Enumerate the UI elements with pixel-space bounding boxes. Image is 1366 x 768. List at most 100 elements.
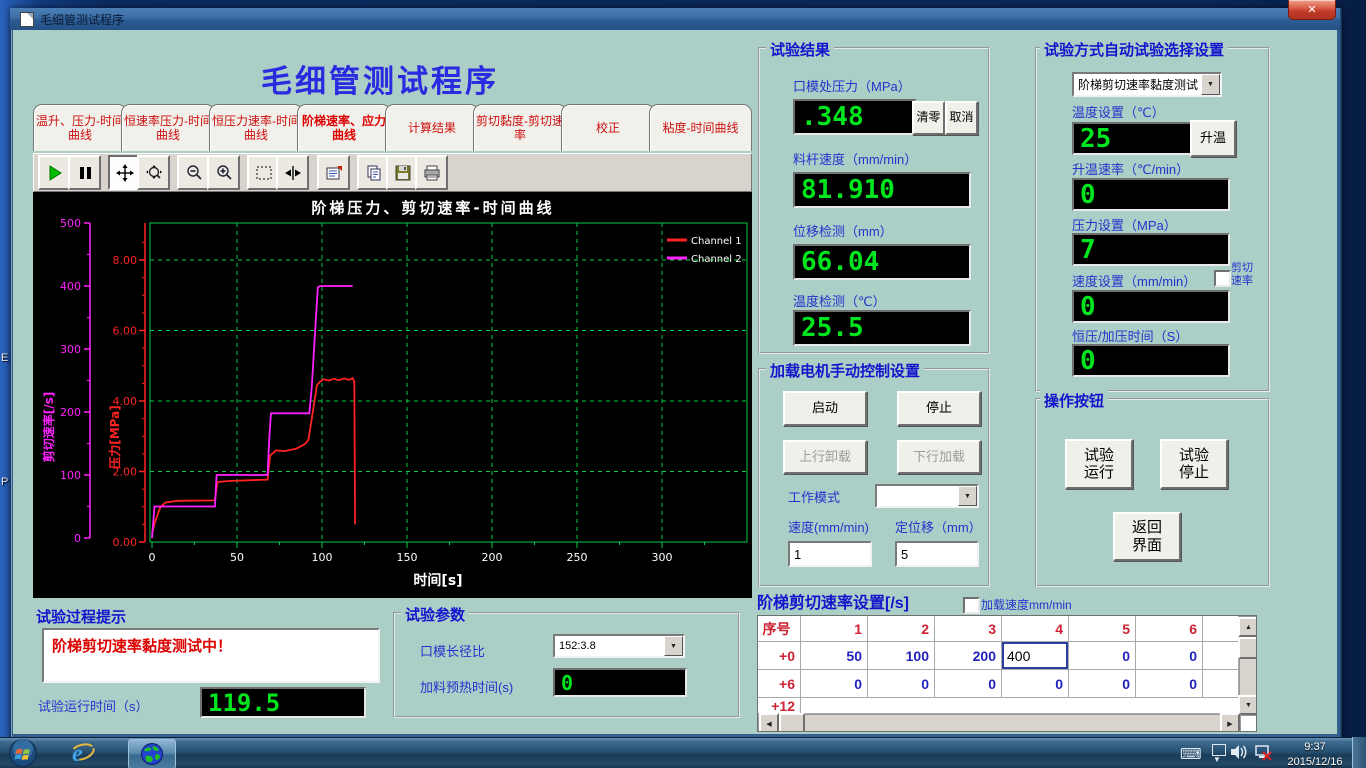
table-cell[interactable]: 0	[1069, 670, 1136, 698]
window-title: 毛细管测试程序	[40, 11, 124, 28]
table-cell[interactable]: 200	[935, 642, 1002, 670]
ram-speed-label: 料杆速度（mm/min）	[793, 149, 917, 168]
svg-text:6.00: 6.00	[113, 325, 138, 338]
zoom-in-button[interactable]	[207, 155, 240, 190]
die-ratio-select[interactable]: 152:3.8 ▼	[553, 634, 685, 658]
scroll-left-icon[interactable]: ◀	[759, 713, 779, 732]
window-icon	[20, 12, 34, 27]
column-header: 2	[868, 616, 935, 642]
run-button[interactable]	[38, 155, 71, 190]
tab-const-rate-pressure[interactable]: 恒速率压力-时间曲线	[121, 104, 215, 151]
motor-start-button[interactable]: 启动	[783, 391, 867, 426]
scroll-down-icon[interactable]: ▼	[1238, 695, 1257, 715]
save-icon	[394, 164, 412, 182]
tab-viscosity-shear[interactable]: 剪切黏度-剪切速率	[473, 104, 567, 151]
taskbar-clock[interactable]: 9:37 2015/12/16	[1283, 740, 1347, 768]
table-cell[interactable]: 0	[935, 670, 1002, 698]
table-cell[interactable]: 0	[1002, 670, 1069, 698]
clock-time: 9:37	[1283, 740, 1347, 755]
network-icon[interactable]	[1254, 744, 1272, 766]
table-cell[interactable]: 0	[1136, 670, 1203, 698]
test-mode-select[interactable]: 阶梯剪切速率黏度测试 ▼	[1072, 72, 1222, 97]
close-button[interactable]: ✕	[1288, 0, 1336, 20]
tab-viscosity-time[interactable]: 粘度-时间曲线	[649, 104, 752, 151]
table-cell-editing[interactable]: 400	[1002, 642, 1069, 670]
row-header: +0	[758, 642, 801, 670]
ram-speed-display: 81.910	[793, 172, 971, 208]
test-mode-value: 阶梯剪切速率黏度测试	[1074, 76, 1201, 93]
chevron-down-icon[interactable]: ▼	[664, 636, 683, 656]
up-unload-button[interactable]: 上行卸载	[783, 440, 867, 474]
down-load-button[interactable]: 下行加载	[897, 440, 981, 474]
print-button[interactable]	[415, 155, 448, 190]
svg-text:300: 300	[60, 343, 81, 356]
heat-up-button[interactable]: 升温	[1190, 120, 1236, 157]
start-button[interactable]	[8, 738, 38, 768]
table-cell[interactable]: 0	[801, 670, 868, 698]
touch-keyboard-icon[interactable]: ⌨	[1180, 745, 1202, 763]
chart-panel[interactable]: 阶梯压力、剪切速率-时间曲线时间[s]050100150200250300010…	[33, 192, 752, 598]
clock-date: 2015/12/16	[1283, 755, 1347, 768]
test-run-button[interactable]: 试验运行	[1065, 439, 1133, 489]
vscroll-thumb[interactable]	[1238, 637, 1257, 659]
desktop: E P 毛细管测试程序 ✕ 毛细管测试程序 温升、压力-时间曲线 恒速率压力-时…	[0, 0, 1366, 768]
cancel-button[interactable]: 取消	[945, 101, 978, 135]
svg-text:Channel 1: Channel 1	[691, 236, 742, 247]
properties-button[interactable]	[317, 155, 350, 190]
fixed-disp-input[interactable]: 5	[895, 541, 979, 567]
clear-zero-button[interactable]: 清零	[912, 101, 945, 135]
tab-const-pressure-rate[interactable]: 恒压力速率-时间曲线	[209, 104, 303, 151]
cell-edit-input[interactable]: 400	[1002, 642, 1068, 669]
test-stop-button[interactable]: 试验停止	[1160, 439, 1228, 489]
manual-speed-label: 速度(mm/min)	[788, 517, 869, 536]
step-rate-table[interactable]: 序号 1 2 3 4 5 6 +0 50 100 200 400 0 0 +6 …	[757, 615, 1257, 732]
motor-stop-button[interactable]: 停止	[897, 391, 981, 426]
tab-temp-pressure-time[interactable]: 温升、压力-时间曲线	[33, 104, 127, 151]
speaker-icon[interactable]	[1230, 744, 1248, 765]
tab-step-rate-stress[interactable]: 阶梯速率、应力曲线	[297, 104, 391, 151]
table-cell[interactable]	[1203, 642, 1239, 670]
table-cell[interactable]: 50	[801, 642, 868, 670]
scroll-right-icon[interactable]: ▶	[1220, 713, 1240, 732]
pause-button[interactable]	[68, 155, 101, 190]
taskbar-app-button[interactable]	[128, 739, 176, 768]
globe-app-icon	[140, 742, 164, 766]
tab-calc-results[interactable]: 计算结果	[385, 104, 479, 151]
table-vscrollbar[interactable]: ▲ ▼	[1239, 616, 1257, 716]
table-cell[interactable]: 100	[868, 642, 935, 670]
manual-speed-input[interactable]: 1	[788, 541, 872, 567]
chevron-down-icon[interactable]: ▼	[958, 486, 977, 506]
internet-explorer-icon[interactable]: e	[68, 740, 96, 766]
shear-rate-checkbox[interactable]	[1214, 270, 1231, 287]
chevron-down-icon[interactable]: ▼	[1201, 74, 1220, 95]
table-hscrollbar[interactable]: ◀ ▶	[758, 714, 1241, 732]
work-mode-select[interactable]: ▼	[875, 484, 979, 508]
zoom-tool-button[interactable]	[137, 155, 170, 190]
hscroll-thumb[interactable]	[779, 713, 805, 732]
zoom-out-button[interactable]	[177, 155, 210, 190]
svg-text:剪切速率[/s]: 剪切速率[/s]	[41, 392, 56, 463]
pause-icon	[76, 164, 94, 182]
tab-calibration[interactable]: 校正	[561, 104, 655, 151]
zoom-tool-icon	[145, 164, 163, 182]
hold-time-label: 恒压/加压时间（S）	[1072, 326, 1188, 345]
svg-text:300: 300	[652, 551, 673, 564]
column-header: 6	[1136, 616, 1203, 642]
temp-set-display: 25	[1072, 122, 1192, 155]
step-pressure-shear-chart: 阶梯压力、剪切速率-时间曲线时间[s]050100150200250300010…	[33, 192, 752, 598]
chevron-down-icon[interactable]: ▼	[1213, 755, 1221, 764]
windows-logo-icon	[8, 738, 38, 768]
fit-axis-button[interactable]	[276, 155, 309, 190]
return-ui-button[interactable]: 返回界面	[1113, 512, 1181, 561]
load-speed-checkbox[interactable]	[963, 597, 980, 614]
table-cell[interactable]: 0	[1136, 642, 1203, 670]
table-cell[interactable]: 0	[1069, 642, 1136, 670]
fit-axis-icon	[284, 164, 302, 182]
table-row-partial[interactable]	[801, 698, 1239, 714]
show-desktop-button[interactable]	[1352, 737, 1366, 768]
window-titlebar[interactable]: 毛细管测试程序	[10, 8, 1340, 30]
scroll-up-icon[interactable]: ▲	[1238, 617, 1257, 637]
displacement-label: 位移检测（mm）	[793, 221, 893, 240]
table-cell[interactable]: 0	[868, 670, 935, 698]
table-cell[interactable]	[1203, 670, 1239, 698]
